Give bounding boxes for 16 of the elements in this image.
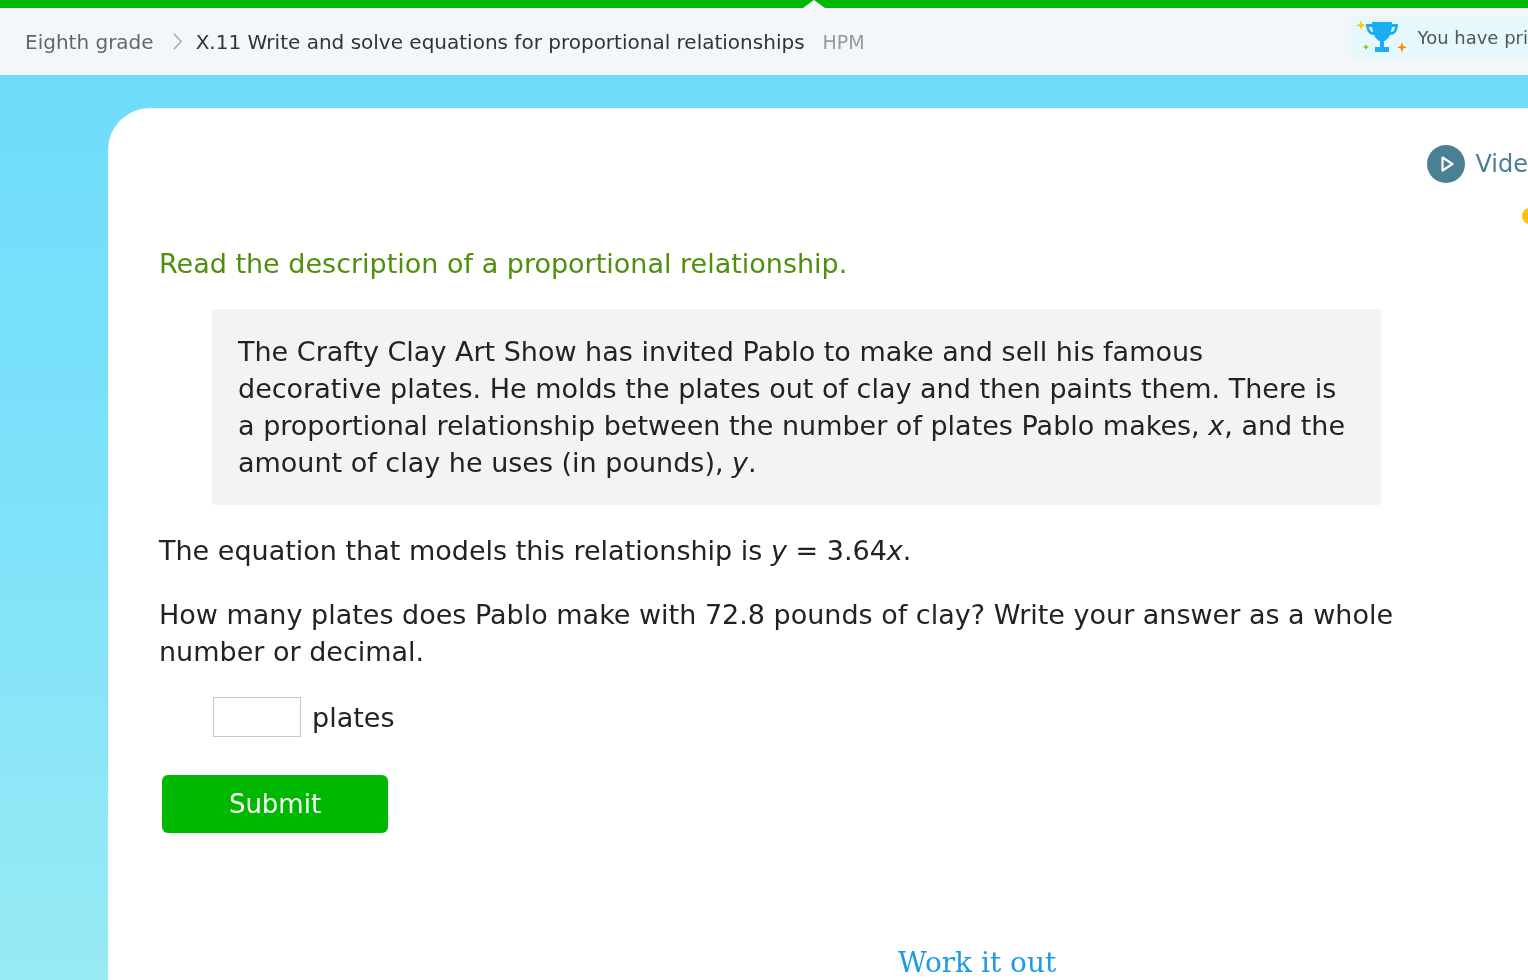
video-link[interactable]: Vide (1427, 145, 1528, 183)
skill-code: HPM (822, 30, 865, 53)
instruction-text: Read the description of a proportional relationship. (159, 249, 849, 279)
submit-button[interactable]: Submit (162, 775, 388, 833)
play-icon (1427, 145, 1466, 183)
breadcrumb-link[interactable]: X.11 Write and solve equations for proportional relationships (195, 29, 805, 54)
work-it-out-heading: Work it out (898, 946, 1058, 980)
question-text: How many plates does Pablo make with 72.8 pounds of clay? Write your answer as a whole number or decimal. (159, 598, 1395, 669)
chevron-icon (172, 33, 182, 50)
answer-field[interactable] (213, 697, 301, 737)
description-text: The Crafty Clay Art Show has invited Pablo to make and sell his famous decorative plates. He molds the plates out of clay and then paints them. There is a proportional relationship between the number of plates Pablo makes, x, and the amount of clay he uses (in pounds), y. (238, 335, 1347, 480)
unit-label: plates (312, 701, 395, 733)
breadcrumb-link[interactable]: Eighth grade (25, 29, 154, 54)
prize-text: You have pri (1417, 27, 1528, 48)
prize-banner[interactable]: You have pri (1351, 16, 1528, 59)
equation-text: The equation that models this relationship is y = 3.64x. (159, 534, 913, 568)
